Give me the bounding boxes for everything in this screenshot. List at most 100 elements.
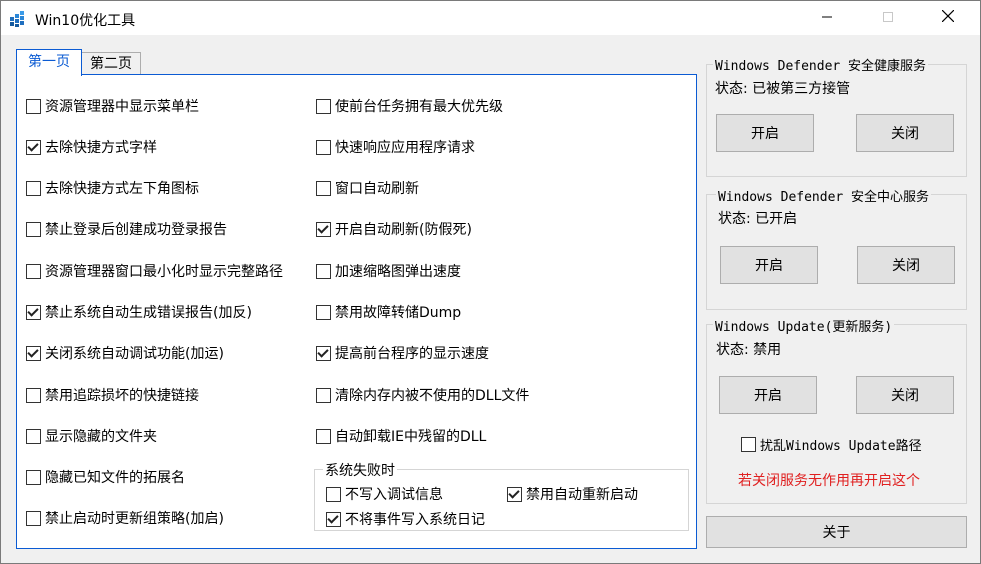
checkbox[interactable] bbox=[26, 387, 41, 403]
option-label: 资源管理器窗口最小化时显示完整路径 bbox=[45, 264, 283, 280]
checkbox[interactable] bbox=[316, 304, 331, 320]
defender-center-on-button[interactable]: 开启 bbox=[720, 246, 818, 284]
option-label: 禁止系统自动生成错误报告(加反) bbox=[45, 305, 252, 321]
tab-page-2[interactable]: 第二页 bbox=[81, 52, 141, 76]
defender-health-group: Windows Defender 安全健康服务 状态: 已被第三方接管 开启 关… bbox=[706, 55, 967, 177]
option-label: 开启自动刷新(防假死) bbox=[335, 222, 472, 238]
option-foreground-speed[interactable]: 提高前台程序的显示速度 bbox=[316, 343, 489, 363]
option-label: 禁止登录后创建成功登录报告 bbox=[45, 222, 227, 238]
option-disable-dump[interactable]: 禁用故障转储Dump bbox=[316, 302, 461, 322]
checkbox[interactable] bbox=[26, 428, 41, 444]
option-label: 清除内存内被不使用的DLL文件 bbox=[335, 388, 530, 404]
defender-center-group: Windows Defender 安全中心服务 状态: 已开启 开启 关闭 bbox=[706, 186, 967, 310]
checkbox[interactable] bbox=[507, 486, 522, 502]
defender-center-off-button[interactable]: 关闭 bbox=[857, 246, 955, 284]
service-status: 状态: 已被第三方接管 bbox=[715, 81, 851, 97]
system-failure-group: 系统失败时 不写入调试信息 禁用自动重新启动 不将事件写入系统日记 bbox=[314, 460, 689, 531]
service-status: 状态: 禁用 bbox=[716, 342, 782, 358]
option-scramble-update-path[interactable]: 扰乱Windows Update路径 bbox=[741, 435, 922, 454]
option-fast-response[interactable]: 快速响应应用程序请求 bbox=[316, 137, 475, 157]
option-disable-auto-restart[interactable]: 禁用自动重新启动 bbox=[507, 484, 638, 504]
option-label: 快速响应应用程序请求 bbox=[335, 140, 475, 156]
option-faster-thumbnails[interactable]: 加速缩略图弹出速度 bbox=[316, 261, 461, 281]
checkbox[interactable] bbox=[316, 98, 331, 114]
option-disable-login-report[interactable]: 禁止登录后创建成功登录报告 bbox=[26, 219, 227, 239]
option-disable-link-tracking[interactable]: 禁用追踪损坏的快捷链接 bbox=[26, 385, 199, 405]
option-label: 显示隐藏的文件夹 bbox=[45, 429, 157, 445]
checkbox[interactable] bbox=[316, 180, 331, 196]
option-label: 禁用故障转储Dump bbox=[335, 305, 462, 321]
option-disable-error-report[interactable]: 禁止系统自动生成错误报告(加反) bbox=[26, 302, 252, 322]
option-remove-shortcut-arrow[interactable]: 去除快捷方式左下角图标 bbox=[26, 178, 199, 198]
windows-update-on-button[interactable]: 开启 bbox=[719, 376, 817, 414]
option-max-priority[interactable]: 使前台任务拥有最大优先级 bbox=[316, 96, 503, 116]
option-label: 扰乱Windows Update路径 bbox=[760, 439, 922, 454]
minimize-icon bbox=[822, 10, 832, 26]
tab-panel-page-1: 资源管理器中显示菜单栏 去除快捷方式字样 去除快捷方式左下角图标 禁止登录后创建… bbox=[16, 74, 697, 549]
option-label: 去除快捷方式字样 bbox=[45, 140, 157, 156]
option-remove-shortcut-text[interactable]: 去除快捷方式字样 bbox=[26, 137, 157, 157]
option-label: 使前台任务拥有最大优先级 bbox=[335, 99, 503, 115]
checkbox[interactable] bbox=[316, 139, 331, 155]
checkbox[interactable] bbox=[316, 387, 331, 403]
close-icon bbox=[941, 9, 955, 26]
option-label: 禁止启动时更新组策略(加启) bbox=[45, 511, 224, 527]
option-hide-extensions[interactable]: 隐藏已知文件的拓展名 bbox=[26, 467, 185, 487]
maximize-button[interactable] bbox=[865, 1, 911, 35]
close-button[interactable] bbox=[925, 1, 971, 35]
group-title: Windows Defender 安全健康服务 bbox=[713, 55, 929, 74]
option-unload-ie-dll[interactable]: 自动卸载IE中残留的DLL bbox=[316, 426, 486, 446]
option-clear-unused-dll[interactable]: 清除内存内被不使用的DLL文件 bbox=[316, 385, 529, 405]
option-label: 不将事件写入系统日记 bbox=[345, 512, 485, 528]
option-label: 资源管理器中显示菜单栏 bbox=[45, 99, 199, 115]
tab-page-1[interactable]: 第一页 bbox=[16, 49, 82, 76]
checkbox[interactable] bbox=[326, 486, 341, 502]
checkbox[interactable] bbox=[26, 180, 41, 196]
warning-note: 若关闭服务无作用再开启这个 bbox=[738, 473, 920, 489]
option-show-hidden-folders[interactable]: 显示隐藏的文件夹 bbox=[26, 426, 157, 446]
option-label: 隐藏已知文件的拓展名 bbox=[45, 470, 185, 486]
checkbox[interactable] bbox=[26, 304, 41, 320]
service-status: 状态: 已开启 bbox=[718, 211, 798, 227]
group-title: Windows Update(更新服务) bbox=[713, 316, 895, 335]
defender-health-on-button[interactable]: 开启 bbox=[716, 114, 814, 152]
option-show-menubar[interactable]: 资源管理器中显示菜单栏 bbox=[26, 96, 199, 116]
option-auto-refresh-anti-freeze[interactable]: 开启自动刷新(防假死) bbox=[316, 219, 472, 239]
option-label: 禁用自动重新启动 bbox=[526, 487, 638, 503]
option-show-full-path[interactable]: 资源管理器窗口最小化时显示完整路径 bbox=[26, 261, 283, 281]
title-bar: Win10优化工具 bbox=[1, 1, 980, 35]
about-button[interactable]: 关于 bbox=[706, 516, 967, 548]
group-title: Windows Defender 安全中心服务 bbox=[716, 186, 932, 205]
checkbox[interactable] bbox=[26, 510, 41, 526]
option-no-debug-info[interactable]: 不写入调试信息 bbox=[326, 484, 443, 504]
maximize-icon bbox=[883, 10, 893, 26]
option-label: 提高前台程序的显示速度 bbox=[335, 346, 489, 362]
defender-health-off-button[interactable]: 关闭 bbox=[856, 114, 954, 152]
checkbox[interactable] bbox=[741, 437, 756, 452]
option-label: 加速缩略图弹出速度 bbox=[335, 264, 461, 280]
checkbox[interactable] bbox=[316, 345, 331, 361]
checkbox[interactable] bbox=[26, 469, 41, 485]
app-grid-icon bbox=[9, 10, 27, 28]
checkbox[interactable] bbox=[26, 98, 41, 114]
checkbox[interactable] bbox=[316, 263, 331, 279]
checkbox[interactable] bbox=[26, 263, 41, 279]
checkbox[interactable] bbox=[26, 345, 41, 361]
checkbox[interactable] bbox=[26, 221, 41, 237]
option-disable-gp-update[interactable]: 禁止启动时更新组策略(加启) bbox=[26, 508, 224, 528]
option-label: 去除快捷方式左下角图标 bbox=[45, 181, 199, 197]
minimize-button[interactable] bbox=[804, 1, 850, 35]
option-no-event-log[interactable]: 不将事件写入系统日记 bbox=[326, 509, 485, 529]
checkbox[interactable] bbox=[326, 511, 341, 527]
app-window: Win10优化工具 第一页 第二页 资源管理器中显示菜单栏 去除快捷方式字样 去… bbox=[0, 0, 981, 564]
checkbox[interactable] bbox=[26, 139, 41, 155]
option-disable-auto-debug[interactable]: 关闭系统自动调试功能(加运) bbox=[26, 343, 224, 363]
windows-update-off-button[interactable]: 关闭 bbox=[856, 376, 954, 414]
window-title: Win10优化工具 bbox=[35, 13, 136, 29]
option-window-auto-refresh[interactable]: 窗口自动刷新 bbox=[316, 178, 419, 198]
option-label: 不写入调试信息 bbox=[345, 487, 443, 503]
system-failure-title: 系统失败时 bbox=[323, 460, 397, 480]
checkbox[interactable] bbox=[316, 221, 331, 237]
checkbox[interactable] bbox=[316, 428, 331, 444]
option-label: 窗口自动刷新 bbox=[335, 181, 419, 197]
